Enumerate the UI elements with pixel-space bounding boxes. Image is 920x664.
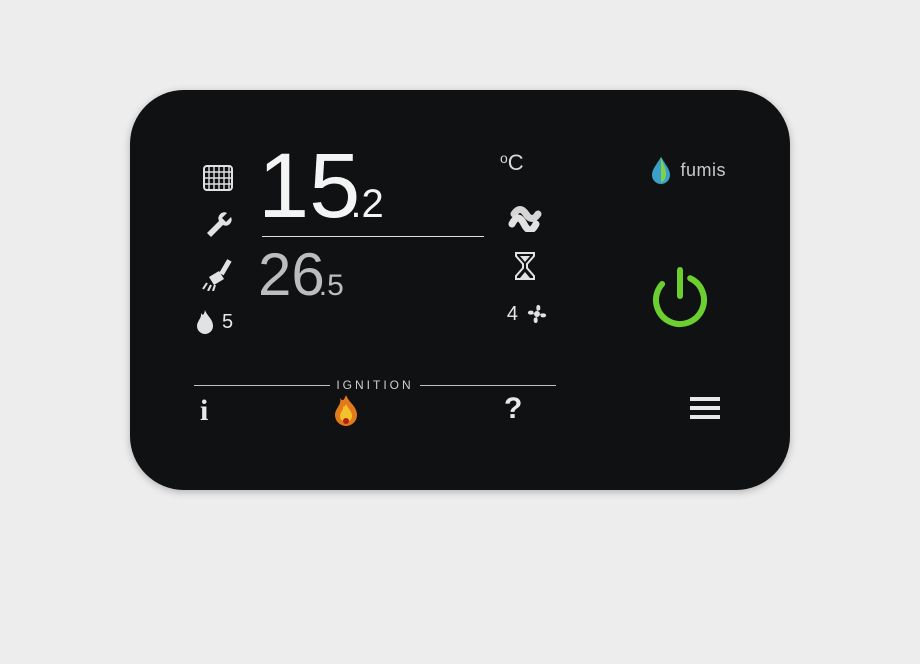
room-temperature: 26.5 bbox=[258, 245, 488, 305]
grate-icon[interactable] bbox=[194, 154, 242, 202]
screen: fumis oC 5 15.2 bbox=[194, 150, 726, 430]
droplet-icon bbox=[650, 156, 672, 184]
fan-level-value: 4 bbox=[507, 303, 518, 326]
set-temp-frac: .2 bbox=[350, 182, 383, 226]
help-button[interactable]: ? bbox=[504, 392, 522, 426]
brand: fumis bbox=[650, 156, 726, 184]
room-temp-frac: .5 bbox=[319, 269, 344, 302]
power-button[interactable] bbox=[644, 262, 716, 334]
bottom-bar: i ? bbox=[194, 394, 726, 434]
status-label: IGNITION bbox=[336, 378, 413, 392]
menu-button[interactable] bbox=[690, 396, 720, 420]
flame-color-icon bbox=[332, 394, 360, 426]
wave-icon[interactable] bbox=[500, 194, 550, 242]
menu-icon bbox=[690, 396, 720, 420]
device-frame: fumis oC 5 15.2 bbox=[130, 90, 790, 490]
mid-icon-column: 4 bbox=[500, 150, 550, 338]
set-temp-whole: 15 bbox=[258, 135, 360, 237]
temperature-block[interactable]: 15.2 26.5 bbox=[258, 140, 488, 305]
room-temp-whole: 26 bbox=[258, 241, 325, 308]
brush-icon[interactable] bbox=[194, 250, 242, 298]
brand-name: fumis bbox=[680, 160, 726, 181]
flame-level-value: 5 bbox=[222, 311, 233, 334]
left-icon-column: 5 bbox=[194, 154, 242, 346]
hourglass-icon[interactable] bbox=[500, 242, 550, 290]
fan-level[interactable]: 4 bbox=[500, 290, 550, 338]
ignition-flame-button[interactable] bbox=[332, 394, 360, 426]
set-temperature: 15.2 bbox=[258, 140, 488, 232]
power-icon bbox=[644, 262, 716, 334]
flame-icon bbox=[194, 309, 216, 335]
fan-icon bbox=[524, 301, 550, 327]
status-bar: IGNITION bbox=[194, 378, 556, 392]
info-button[interactable]: i bbox=[200, 394, 208, 428]
wrench-icon[interactable] bbox=[194, 202, 242, 250]
flame-level[interactable]: 5 bbox=[194, 298, 242, 346]
